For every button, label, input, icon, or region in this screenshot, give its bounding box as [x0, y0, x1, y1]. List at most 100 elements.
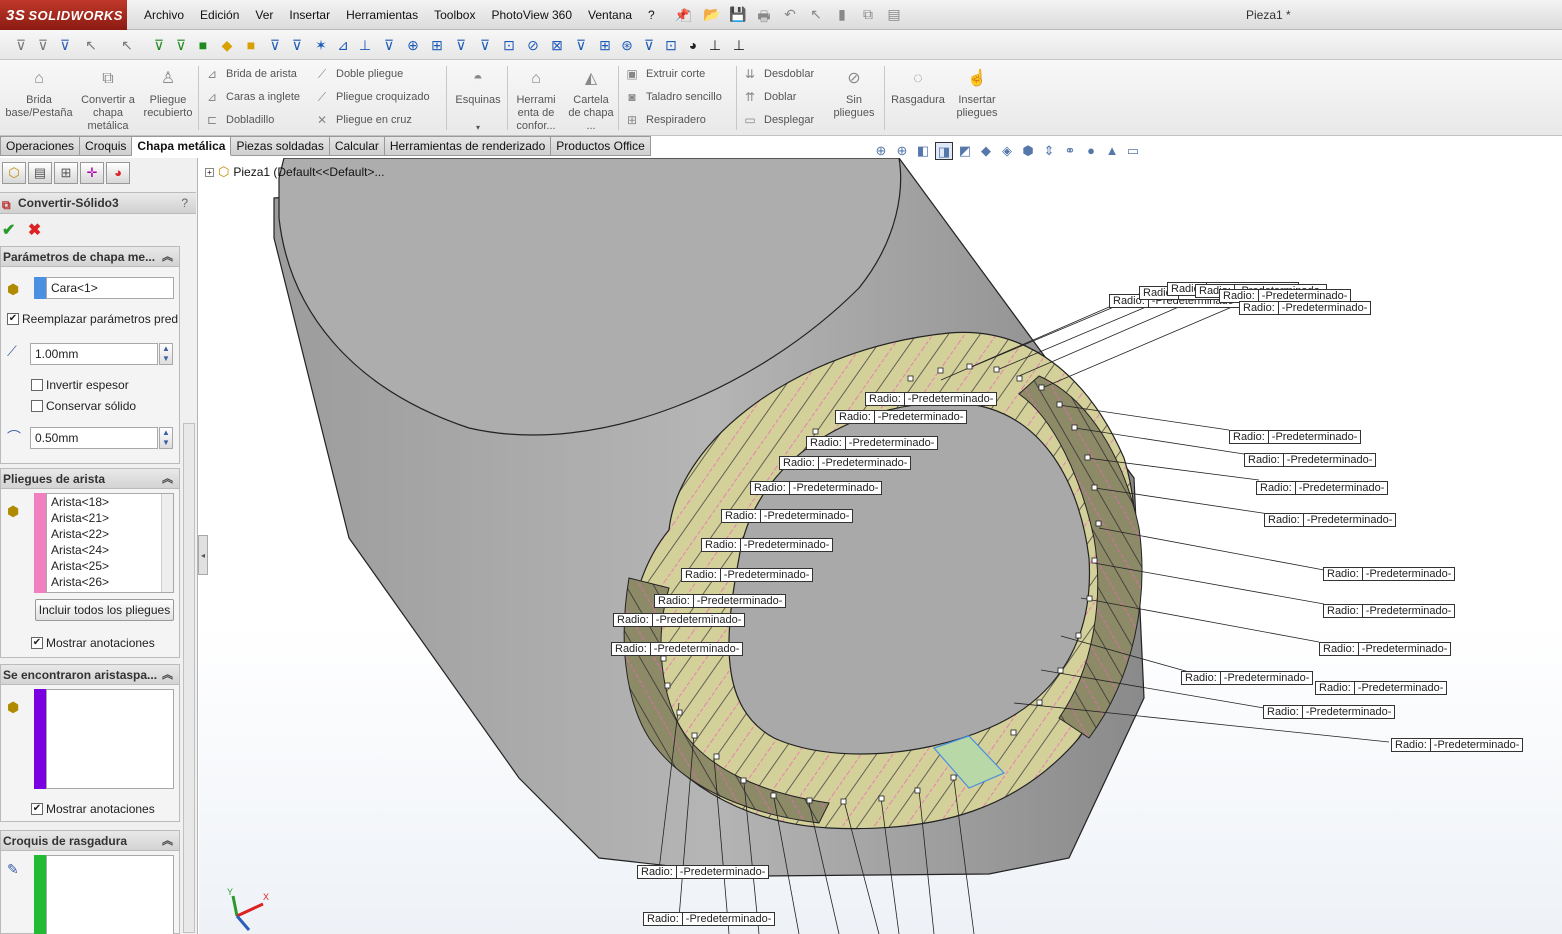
list-item[interactable]: Arista<24> [47, 542, 173, 558]
filter-table-icon[interactable]: ⊡ [662, 36, 680, 54]
group-header[interactable]: Parámetros de chapa me... ︽ [1, 247, 179, 267]
checkbox[interactable] [31, 400, 43, 412]
tab-herramientas-renderizado[interactable]: Herramientas de renderizado [384, 136, 552, 156]
radius-annotation[interactable]: Radio:-Predeterminado- [721, 509, 854, 523]
zoom-to-fit-icon[interactable]: ⊕ [872, 142, 890, 160]
pliegue-recubierto-button[interactable]: ♙ Pliegue recubierto [140, 64, 196, 120]
dimxpert-tab-icon[interactable]: ✛ [80, 162, 104, 184]
radius-annotation[interactable]: Radio:-Predeterminado- [806, 436, 939, 450]
list-item[interactable]: Arista<18> [47, 494, 173, 510]
list-item[interactable]: Arista<21> [47, 510, 173, 526]
tab-piezas-soldadas[interactable]: Piezas soldadas [231, 136, 330, 156]
menu-archivo[interactable]: Archivo [136, 8, 192, 22]
filter-surface-icon[interactable]: ⊽ [452, 36, 470, 54]
select-icon[interactable]: ↖ [806, 6, 826, 24]
esquinas-dropdown-icon[interactable]: ▾ [452, 121, 504, 134]
menu-ver[interactable]: Ver [247, 8, 281, 22]
brida-arista-button[interactable]: ⊿ Brida de arista [204, 66, 297, 82]
cancel-button[interactable]: ✖ [28, 222, 41, 239]
open-icon[interactable]: 📂 [702, 6, 722, 24]
radius-annotation[interactable]: Radio:-Predeterminado- [1256, 481, 1389, 495]
list-item[interactable]: Arista<22> [47, 526, 173, 542]
pliegue-cruz-button[interactable]: ✕ Pliegue en cruz [314, 112, 412, 128]
replace-params-checkbox[interactable]: ✔ Reemplazar parámetros pred [7, 312, 178, 326]
esquinas-button[interactable]: ◓ Esquinas ▾ [452, 64, 504, 134]
bend-radius-input[interactable]: 0.50mm [30, 427, 158, 449]
menu-toolbox[interactable]: Toolbox [426, 8, 483, 22]
dobladillo-button[interactable]: ⊏ Dobladillo [204, 112, 274, 128]
undo-icon[interactable]: ↶ [780, 6, 800, 24]
checkbox[interactable] [31, 379, 43, 391]
file-properties-icon[interactable]: ⧉ [858, 6, 878, 24]
herramienta-conformar-button[interactable]: ⌂ Herrami enta de confor... [510, 64, 562, 133]
filter-loop-icon[interactable]: ⊘ [524, 36, 542, 54]
print-icon[interactable]: 🖶 [754, 6, 774, 24]
desplegar-button[interactable]: ▭ Desplegar [742, 112, 814, 128]
menu-herramientas[interactable]: Herramientas [338, 8, 426, 22]
filter-midpoint-icon[interactable]: ✶ [312, 36, 330, 54]
show-annotations-checkbox[interactable]: ✔ Mostrar anotaciones [31, 802, 155, 816]
invert-thickness-checkbox[interactable]: Invertir espesor [31, 378, 129, 392]
filter-curve-icon[interactable]: ⊽ [476, 36, 494, 54]
filter-connection-icon[interactable]: ⊽ [640, 36, 658, 54]
section-view-icon[interactable]: ◨ [935, 142, 953, 160]
sin-pliegues-button[interactable]: ⊘ Sin pliegues [828, 64, 880, 120]
radius-annotation[interactable]: Radio:-Predeterminado- [1229, 430, 1362, 444]
property-manager-tab-icon[interactable]: ▤ [28, 162, 52, 184]
radius-annotation[interactable]: Radio:-Predeterminado- [1244, 453, 1377, 467]
radius-annotation[interactable]: Radio:-Predeterminado- [611, 642, 744, 656]
radius-annotation[interactable]: Radio:-Predeterminado- [654, 594, 787, 608]
filter-center-icon[interactable]: ⊛ [618, 36, 636, 54]
select-filter-icon[interactable]: ↖ [118, 36, 136, 54]
menu-insertar[interactable]: Insertar [281, 8, 338, 22]
doble-pliegue-button[interactable]: ⟋ Doble pliegue [314, 66, 403, 82]
view-orientation-icon[interactable]: ◩ [956, 142, 974, 160]
options-icon[interactable]: ▤ [884, 6, 904, 24]
shadows-icon[interactable]: ▲ [1103, 142, 1121, 160]
filter-plane-icon[interactable]: ⊽ [380, 36, 398, 54]
display-pane-icon[interactable]: ▭ [1124, 142, 1142, 160]
respiradero-button[interactable]: ⊞ Respiradero [624, 112, 706, 128]
thickness-spinner[interactable]: ▲ ▼ [159, 343, 173, 365]
collapse-chevron-icon[interactable]: ︽ [162, 665, 173, 685]
filter-route-icon[interactable]: ⊞ [428, 36, 446, 54]
filter-face-icon[interactable]: ■ [194, 36, 212, 54]
panel-collapse-handle[interactable]: ◂ [198, 535, 208, 575]
list-scrollbar[interactable] [161, 494, 173, 592]
keep-solid-checkbox[interactable]: Conservar sólido [31, 399, 136, 413]
filter-vertex-icon[interactable]: ⊽ [150, 36, 168, 54]
filter-clear-icon[interactable]: ⊽ [34, 36, 52, 54]
configuration-manager-tab-icon[interactable]: ⊞ [54, 162, 78, 184]
group-header[interactable]: Se encontraron aristaspa... ︽ [1, 665, 179, 685]
tab-operaciones[interactable]: Operaciones [0, 136, 81, 156]
feature-manager-tab-icon[interactable]: ⬡ [2, 162, 26, 184]
radius-annotation[interactable]: Radio:-Predeterminado- [1315, 681, 1448, 695]
pointer-icon[interactable]: ↖ [82, 36, 100, 54]
filter-datum-target-icon[interactable]: ⊥ [730, 36, 748, 54]
filter-weld-icon[interactable]: ⊡ [500, 36, 518, 54]
menu-ventana[interactable]: Ventana [580, 8, 640, 22]
fixed-face-field[interactable]: Cara<1> [46, 277, 174, 299]
filter-all-icon[interactable]: ⊽ [56, 36, 74, 54]
radius-annotation[interactable]: Radio:-Predeterminado- [1323, 604, 1456, 618]
radius-annotation[interactable]: Radio:-Predeterminado- [637, 865, 770, 879]
filter-sketch-icon[interactable]: ⊽ [266, 36, 284, 54]
list-item[interactable]: Arista<26> [47, 574, 173, 590]
bend-radius-spinner[interactable]: ▲ ▼ [159, 427, 173, 449]
filter-note-icon[interactable]: ⊽ [572, 36, 590, 54]
filter-datum-icon[interactable]: ⊥ [706, 36, 724, 54]
filter-block-icon[interactable]: ⊠ [548, 36, 566, 54]
filter-cosmetic-icon[interactable]: ⊕ [404, 36, 422, 54]
caras-inglete-button[interactable]: ⊿ Caras a inglete [204, 89, 300, 105]
tab-productos-office[interactable]: Productos Office [551, 136, 651, 156]
realview-icon[interactable]: ● [1082, 142, 1100, 160]
collapse-chevron-icon[interactable]: ︽ [162, 469, 173, 489]
rebuild-icon[interactable]: ▮ [832, 6, 852, 24]
tab-croquis[interactable]: Croquis [80, 136, 133, 156]
doblar-button[interactable]: ⇈ Doblar [742, 89, 796, 105]
hide-show-icon[interactable]: ◈ [998, 142, 1016, 160]
radius-annotation[interactable]: Radio:-Predeterminado- [750, 481, 883, 495]
ok-button[interactable]: ✔ [2, 222, 15, 239]
filter-ball-icon[interactable]: ◕ [684, 36, 702, 54]
rasgadura-button[interactable]: ◌ Rasgadura [888, 64, 948, 107]
